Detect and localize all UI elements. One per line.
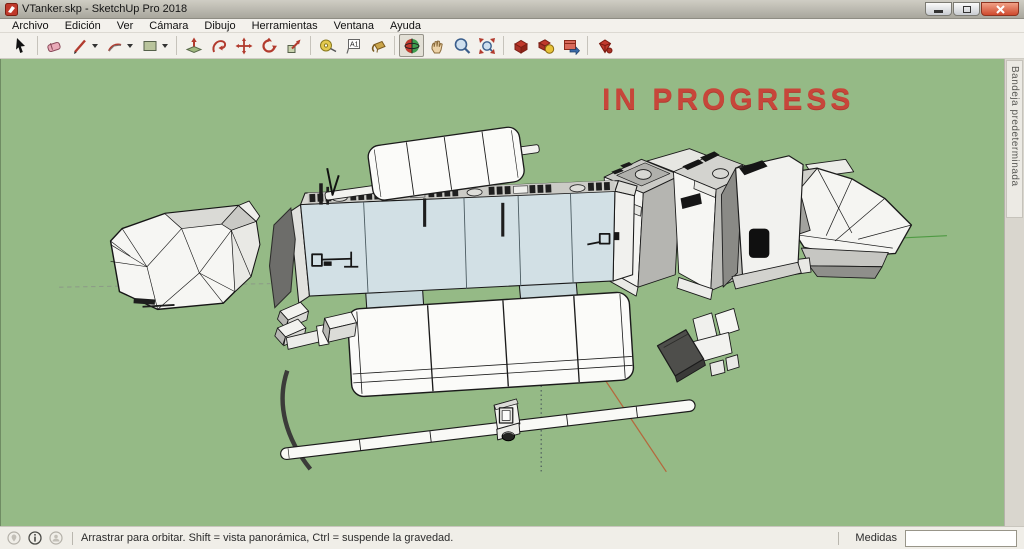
menu-bar: Archivo Edición Ver Cámara Dibujo Herram… bbox=[0, 19, 1024, 33]
scale-tool-button[interactable] bbox=[281, 34, 306, 57]
menu-dibujo[interactable]: Dibujo bbox=[196, 19, 243, 33]
pipe-fitting[interactable] bbox=[493, 398, 521, 442]
menu-ver[interactable]: Ver bbox=[109, 19, 142, 33]
rectangle-icon bbox=[143, 40, 156, 51]
menu-ventana[interactable]: Ventana bbox=[326, 19, 382, 33]
boom-pipe[interactable] bbox=[280, 399, 696, 461]
model-canvas[interactable] bbox=[1, 59, 1004, 526]
maximize-button[interactable] bbox=[953, 2, 980, 16]
geolocation-icon[interactable] bbox=[7, 531, 21, 545]
paint-bucket-icon bbox=[371, 40, 386, 53]
zoom-icon bbox=[454, 37, 470, 54]
main-area: IN PROGRESS Bandeja predeterminada bbox=[0, 59, 1024, 526]
push-pull-icon bbox=[185, 37, 202, 53]
pushpull-tool-button[interactable] bbox=[181, 34, 206, 57]
menu-herramientas[interactable]: Herramientas bbox=[244, 19, 326, 33]
component-options-button[interactable] bbox=[533, 34, 558, 57]
follow-me-icon bbox=[211, 39, 226, 52]
status-bar: Arrastrar para orbitar. Shift = vista pa… bbox=[0, 526, 1024, 549]
scale-icon bbox=[287, 39, 300, 53]
status-separator bbox=[72, 531, 73, 545]
menu-ayuda[interactable]: Ayuda bbox=[382, 19, 429, 33]
share-model-icon bbox=[563, 39, 580, 55]
maximize-icon bbox=[962, 5, 971, 13]
minimize-icon bbox=[934, 10, 943, 13]
component-cube-icon bbox=[513, 39, 528, 54]
menu-archivo[interactable]: Archivo bbox=[4, 19, 57, 33]
component-options-icon bbox=[537, 38, 554, 54]
share-model-button[interactable] bbox=[558, 34, 583, 57]
svg-text:A1: A1 bbox=[350, 41, 359, 48]
line-dropdown-caret[interactable] bbox=[92, 43, 98, 48]
followme-tool-button[interactable] bbox=[206, 34, 231, 57]
minimize-button[interactable] bbox=[925, 2, 952, 16]
status-hint: Arrastrar para orbitar. Shift = vista pa… bbox=[81, 532, 454, 544]
default-tray: Bandeja predeterminada bbox=[1004, 59, 1024, 526]
eraser-icon bbox=[46, 41, 61, 52]
close-button[interactable] bbox=[981, 2, 1019, 16]
move-icon bbox=[235, 37, 252, 54]
zoom-extents-icon bbox=[478, 37, 495, 54]
menu-camara[interactable]: Cámara bbox=[141, 19, 196, 33]
pan-hand-icon bbox=[430, 39, 443, 53]
eraser-tool-button[interactable] bbox=[42, 34, 67, 57]
move-tool-button[interactable] bbox=[231, 34, 256, 57]
paint-bucket-tool-button[interactable] bbox=[365, 34, 390, 57]
zoom-tool-button[interactable] bbox=[449, 34, 474, 57]
arc-tool-button[interactable] bbox=[102, 34, 127, 57]
orbit-icon bbox=[404, 38, 419, 53]
thruster-assembly[interactable] bbox=[656, 308, 740, 383]
lower-tank[interactable] bbox=[346, 291, 635, 398]
tray-label: Bandeja predeterminada bbox=[1009, 66, 1020, 187]
measurements-input[interactable] bbox=[905, 529, 1017, 547]
measurements-separator bbox=[838, 531, 840, 545]
tray-tab[interactable]: Bandeja predeterminada bbox=[1006, 60, 1023, 218]
rear-pod[interactable] bbox=[784, 158, 913, 279]
in-progress-overlay: IN PROGRESS bbox=[602, 83, 855, 116]
arc-dropdown-caret[interactable] bbox=[127, 43, 133, 48]
rotate-tool-button[interactable] bbox=[256, 34, 281, 57]
close-icon bbox=[995, 4, 1005, 14]
claim-credit-icon[interactable] bbox=[49, 531, 63, 545]
pan-tool-button[interactable] bbox=[424, 34, 449, 57]
select-arrow-icon bbox=[15, 37, 25, 53]
model-info-button[interactable] bbox=[592, 34, 617, 57]
rectangle-tool-button[interactable] bbox=[137, 34, 162, 57]
gem-icon bbox=[598, 38, 612, 53]
separator-panel[interactable] bbox=[268, 207, 296, 309]
text-tool-icon: A1 bbox=[345, 38, 360, 54]
credits-info-icon[interactable] bbox=[28, 531, 42, 545]
component-tool-button[interactable] bbox=[508, 34, 533, 57]
tape-measure-tool-button[interactable] bbox=[315, 34, 340, 57]
cockpit-pod[interactable] bbox=[109, 200, 261, 311]
pencil-icon bbox=[73, 39, 86, 54]
rectangle-dropdown-caret[interactable] bbox=[162, 43, 168, 48]
menu-edicion[interactable]: Edición bbox=[57, 19, 109, 33]
arc-icon bbox=[107, 43, 121, 51]
sketchup-window: VTanker.skp - SketchUp Pro 2018 Archivo … bbox=[0, 0, 1024, 549]
text-tool-button[interactable]: A1 bbox=[340, 34, 365, 57]
tape-measure-icon bbox=[319, 39, 336, 52]
window-title: VTanker.skp - SketchUp Pro 2018 bbox=[22, 3, 188, 15]
zoom-extents-tool-button[interactable] bbox=[474, 34, 499, 57]
line-tool-button[interactable] bbox=[67, 34, 92, 57]
viewport-3d[interactable]: IN PROGRESS bbox=[0, 59, 1004, 526]
rotate-icon bbox=[261, 37, 277, 53]
measurements-label: Medidas bbox=[855, 532, 897, 544]
sketchup-app-icon bbox=[5, 2, 18, 16]
tool-bar: A1 bbox=[0, 33, 1024, 59]
select-tool-button[interactable] bbox=[8, 34, 33, 57]
orbit-tool-button[interactable] bbox=[399, 34, 424, 57]
title-bar: VTanker.skp - SketchUp Pro 2018 bbox=[0, 0, 1024, 19]
